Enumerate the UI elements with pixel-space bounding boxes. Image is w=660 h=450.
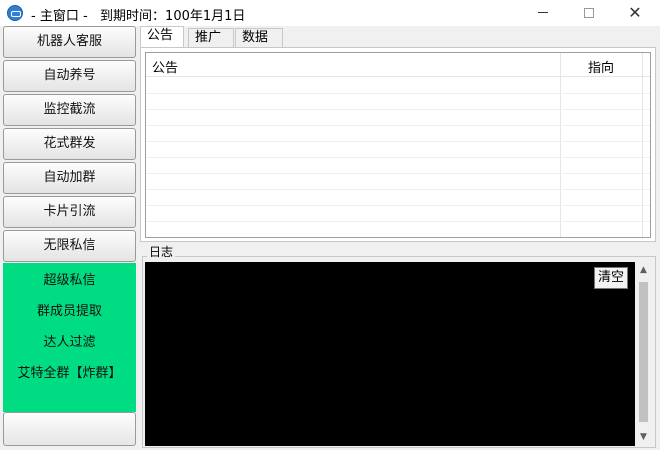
extract-members-item[interactable]: 群成员提取 bbox=[3, 300, 136, 319]
super-dm-item[interactable]: 超级私信 bbox=[3, 269, 136, 288]
app-icon bbox=[7, 5, 23, 21]
auto-join-group-button[interactable]: 自动加群 bbox=[3, 162, 136, 194]
announcement-table[interactable]: 公告 指向 bbox=[145, 52, 651, 238]
column-divider bbox=[560, 53, 561, 237]
unlimited-dm-button[interactable]: 无限私信 bbox=[3, 230, 136, 262]
monitor-intercept-button[interactable]: 监控截流 bbox=[3, 94, 136, 126]
minimize-icon bbox=[538, 12, 548, 13]
column-header-announcement[interactable]: 公告 bbox=[152, 57, 178, 76]
scroll-up-icon[interactable]: ▲ bbox=[635, 262, 652, 279]
empty-menu-button[interactable] bbox=[3, 412, 136, 446]
auto-nurture-button[interactable]: 自动养号 bbox=[3, 60, 136, 92]
fancy-broadcast-button[interactable]: 花式群发 bbox=[3, 128, 136, 160]
column-divider bbox=[642, 53, 643, 237]
clear-log-button[interactable]: 清空 bbox=[594, 267, 628, 289]
grid-line bbox=[146, 157, 650, 158]
grid-line bbox=[146, 221, 650, 222]
tab-promotion[interactable]: 推广 bbox=[188, 28, 234, 48]
grid-line bbox=[146, 173, 650, 174]
green-menu-panel: 超级私信 群成员提取 达人过滤 艾特全群【炸群】 bbox=[3, 263, 136, 412]
tab-announcement[interactable]: 公告 bbox=[140, 26, 184, 48]
grid-line bbox=[146, 93, 650, 94]
log-scrollbar[interactable]: ▲ ▼ bbox=[635, 262, 652, 446]
main-area: 公告 推广 数据 公告 指向 日志 清空 ▲ ▼ bbox=[138, 26, 660, 450]
grid-line bbox=[146, 189, 650, 190]
grid-line bbox=[146, 125, 650, 126]
left-menu: 机器人客服 自动养号 监控截流 花式群发 自动加群 卡片引流 无限私信 超级私信… bbox=[0, 26, 138, 450]
maximize-button[interactable] bbox=[566, 0, 612, 26]
window-title: - 主窗口 - 到期时间：100年1月1日 bbox=[31, 9, 246, 24]
scroll-thumb[interactable] bbox=[639, 282, 648, 422]
grid-line bbox=[146, 109, 650, 110]
robot-service-button[interactable]: 机器人客服 bbox=[3, 26, 136, 58]
card-traffic-button[interactable]: 卡片引流 bbox=[3, 196, 136, 228]
influencer-filter-item[interactable]: 达人过滤 bbox=[3, 331, 136, 350]
mention-all-item[interactable]: 艾特全群【炸群】 bbox=[3, 362, 136, 381]
column-header-target[interactable]: 指向 bbox=[588, 57, 614, 76]
log-output[interactable] bbox=[145, 262, 635, 446]
grid-line bbox=[146, 141, 650, 142]
grid-line bbox=[146, 205, 650, 206]
close-button[interactable]: ✕ bbox=[612, 0, 658, 26]
minimize-button[interactable] bbox=[520, 0, 566, 26]
title-bar: - 主窗口 - 到期时间：100年1月1日 ✕ bbox=[0, 0, 660, 26]
scroll-down-icon[interactable]: ▼ bbox=[635, 429, 652, 446]
maximize-icon bbox=[584, 7, 594, 18]
close-icon: ✕ bbox=[628, 3, 642, 22]
table-header: 公告 指向 bbox=[146, 53, 650, 77]
log-label: 日志 bbox=[147, 243, 176, 260]
announcement-panel: 公告 指向 bbox=[140, 47, 656, 242]
tab-data[interactable]: 数据 bbox=[235, 28, 283, 48]
